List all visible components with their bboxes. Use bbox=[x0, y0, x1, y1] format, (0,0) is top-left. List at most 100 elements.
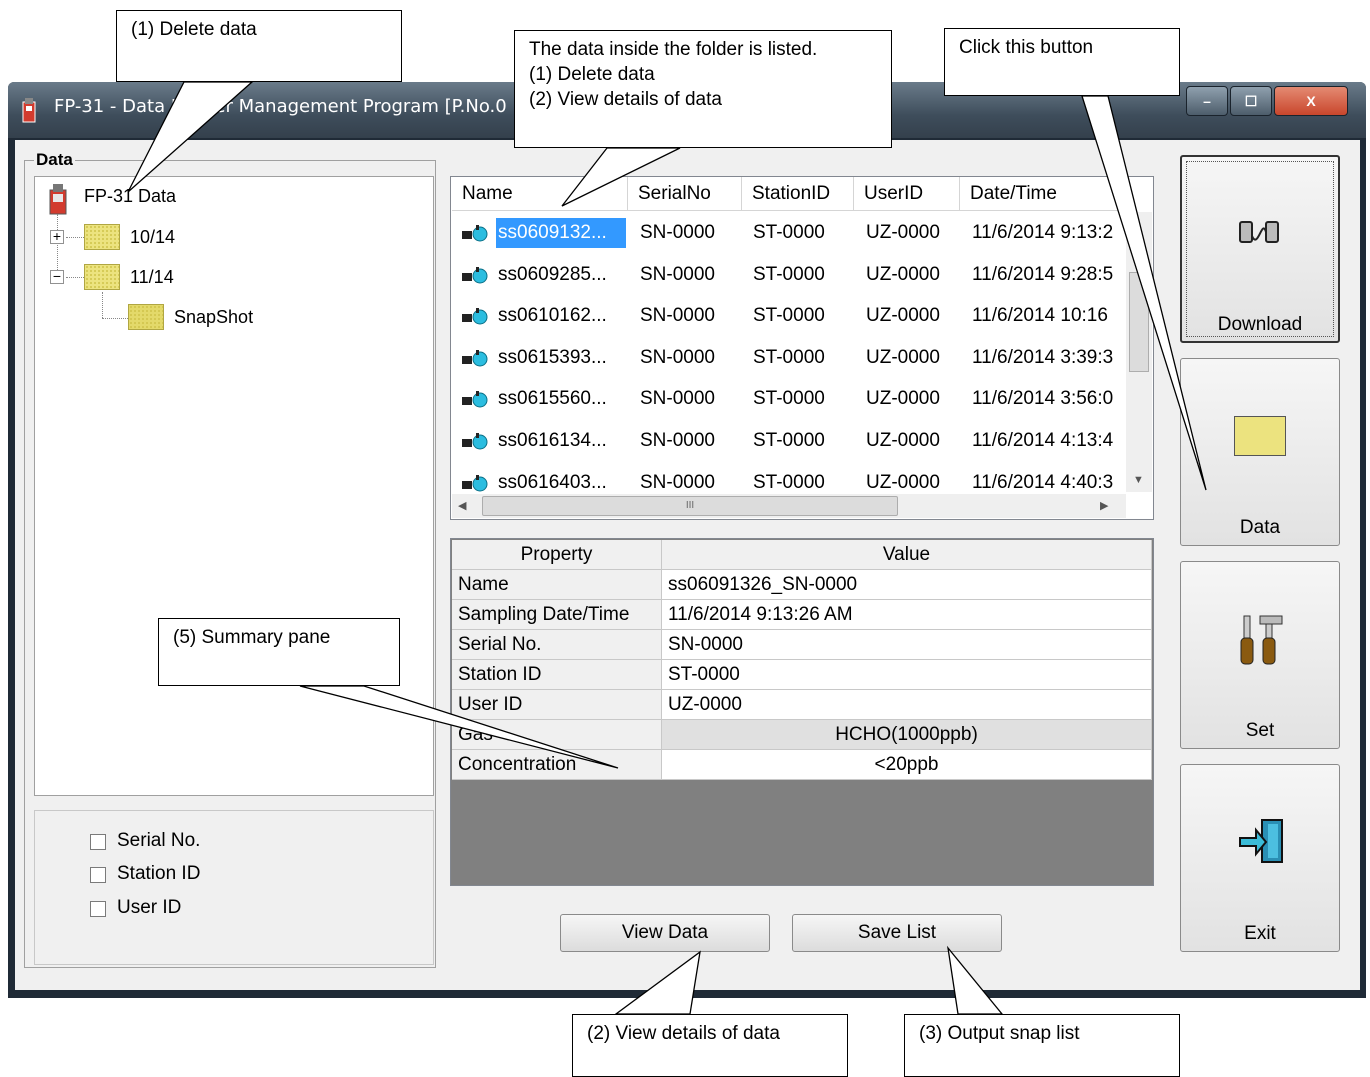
folder-icon bbox=[1234, 416, 1286, 456]
tree-root-label[interactable]: FP-31 Data bbox=[84, 186, 176, 207]
scrollbar-thumb[interactable]: III bbox=[482, 496, 898, 516]
scroll-down-arrow-icon[interactable]: ▼ bbox=[1133, 474, 1144, 486]
data-label: Data bbox=[1239, 517, 1281, 538]
property-value: ST-0000 bbox=[662, 660, 1152, 690]
window-title: FP-31 - Data Logger Management Program [… bbox=[54, 96, 507, 117]
data-group-label: Data bbox=[34, 150, 75, 170]
list-cell: 11/6/2014 9:28:5 bbox=[972, 263, 1114, 285]
device-icon bbox=[48, 182, 68, 221]
column-header-serialno[interactable]: SerialNo bbox=[628, 177, 742, 211]
snapshot-file-icon bbox=[460, 306, 490, 326]
download-icon bbox=[1236, 216, 1286, 257]
list-cell: 11/6/2014 3:56:0 bbox=[972, 388, 1114, 410]
tree-line bbox=[102, 292, 103, 318]
snapshot-file-icon bbox=[460, 348, 490, 368]
property-name: Gas bbox=[452, 720, 662, 750]
close-button[interactable]: X bbox=[1274, 86, 1348, 116]
list-item-name[interactable]: ss0609285... bbox=[498, 260, 628, 290]
horizontal-scrollbar[interactable]: ◀ III ▶ bbox=[452, 494, 1126, 518]
view-data-button[interactable]: View Data bbox=[560, 914, 770, 952]
list-cell: ST-0000 bbox=[753, 430, 825, 451]
snapshot-file-icon bbox=[460, 223, 490, 243]
snapshot-file-icon bbox=[460, 389, 490, 409]
set-label: Set bbox=[1245, 720, 1275, 741]
value-header: Value bbox=[662, 540, 1152, 570]
property-name: Name bbox=[452, 570, 662, 600]
user-id-checkbox[interactable] bbox=[90, 901, 106, 917]
list-cell: UZ-0000 bbox=[866, 430, 940, 451]
list-cell: ST-0000 bbox=[753, 346, 825, 368]
list-cell: ST-0000 bbox=[753, 388, 825, 410]
scrollbar-thumb[interactable] bbox=[1129, 272, 1149, 372]
snapshot-file-icon bbox=[460, 265, 490, 285]
tree-item-snapshot[interactable]: SnapShot bbox=[174, 307, 253, 328]
collapse-icon[interactable]: − bbox=[50, 269, 64, 284]
column-header-datetime[interactable]: Date/Time bbox=[960, 177, 1126, 211]
list-cell: SN-0000 bbox=[640, 388, 715, 410]
callout-line: The data inside the folder is listed. bbox=[529, 39, 818, 60]
minimize-button[interactable]: – bbox=[1186, 86, 1228, 116]
property-value: UZ-0000 bbox=[662, 690, 1152, 720]
list-cell: ST-0000 bbox=[753, 305, 825, 327]
callout-summary-pane: (5) Summary pane bbox=[158, 618, 400, 686]
list-cell: 11/6/2014 4:13:4 bbox=[972, 430, 1114, 451]
list-item-name[interactable]: ss0610162... bbox=[498, 301, 628, 331]
list-item-name[interactable]: ss0609132... bbox=[496, 218, 626, 248]
list-item-name[interactable]: ss0615560... bbox=[498, 384, 628, 414]
callout-list-note: The data inside the folder is listed. (1… bbox=[514, 30, 892, 148]
tree-item-11-14[interactable]: 11/14 bbox=[130, 267, 174, 288]
property-value: HCHO(1000ppb) bbox=[662, 720, 1152, 750]
user-id-label: User ID bbox=[117, 897, 182, 918]
list-cell: SN-0000 bbox=[640, 430, 715, 451]
list-cell: UZ-0000 bbox=[866, 305, 940, 327]
folder-icon bbox=[84, 264, 120, 290]
property-value: SN-0000 bbox=[662, 630, 1152, 660]
list-cell: SN-0000 bbox=[640, 263, 715, 285]
list-cell: ST-0000 bbox=[753, 263, 825, 285]
property-name: Station ID bbox=[452, 660, 662, 690]
tree-line bbox=[102, 318, 128, 319]
folder-icon bbox=[84, 224, 120, 250]
list-cell: ST-0000 bbox=[753, 222, 825, 243]
open-folder-icon bbox=[128, 304, 164, 330]
tree-line bbox=[66, 237, 84, 238]
download-label: Download bbox=[1217, 314, 1303, 335]
property-name: Concentration bbox=[452, 750, 662, 780]
list-item-name[interactable]: ss0615393... bbox=[498, 343, 628, 373]
callout-line: (2) View details of data bbox=[529, 89, 722, 110]
property-value: ss06091326_SN-0000 bbox=[662, 570, 1152, 600]
column-header-stationid[interactable]: StationID bbox=[742, 177, 854, 211]
callout-view-details: (2) View details of data bbox=[572, 1014, 848, 1077]
snapshot-file-icon bbox=[460, 431, 490, 451]
property-name: Serial No. bbox=[452, 630, 662, 660]
column-header-name[interactable]: Name bbox=[452, 177, 628, 211]
tools-icon bbox=[1238, 612, 1284, 673]
callout-line: (1) Delete data bbox=[529, 64, 655, 85]
list-cell: SN-0000 bbox=[640, 346, 715, 368]
exit-label: Exit bbox=[1244, 923, 1276, 944]
list-cell: UZ-0000 bbox=[866, 346, 940, 368]
tree-line bbox=[66, 277, 84, 278]
property-header: Property bbox=[452, 540, 662, 570]
tree-item-10-14[interactable]: 10/14 bbox=[130, 227, 175, 248]
property-value: <20ppb bbox=[662, 750, 1152, 780]
scroll-right-arrow-icon[interactable]: ▶ bbox=[1100, 499, 1108, 512]
callout-click-button: Click this button bbox=[944, 28, 1180, 96]
list-item-name[interactable]: ss0616134... bbox=[498, 426, 628, 456]
property-name: User ID bbox=[452, 690, 662, 720]
column-header-userid[interactable]: UserID bbox=[854, 177, 960, 211]
list-cell: 11/6/2014 10:16 bbox=[972, 305, 1108, 327]
expand-icon[interactable]: + bbox=[50, 229, 64, 244]
callout-output-snap: (3) Output snap list bbox=[904, 1014, 1180, 1077]
list-cell: 11/6/2014 3:39:3 bbox=[972, 346, 1114, 368]
save-list-button[interactable]: Save List bbox=[792, 914, 1002, 952]
vertical-scrollbar[interactable]: ▼ bbox=[1126, 212, 1152, 492]
serial-no-checkbox[interactable] bbox=[90, 834, 106, 850]
maximize-button[interactable]: ☐ bbox=[1230, 86, 1272, 116]
list-cell: UZ-0000 bbox=[866, 388, 940, 410]
scroll-left-arrow-icon[interactable]: ◀ bbox=[458, 499, 466, 512]
station-id-checkbox[interactable] bbox=[90, 867, 106, 883]
snapshot-file-icon bbox=[460, 473, 490, 493]
list-cell: UZ-0000 bbox=[866, 263, 940, 285]
list-cell: UZ-0000 bbox=[866, 222, 940, 243]
